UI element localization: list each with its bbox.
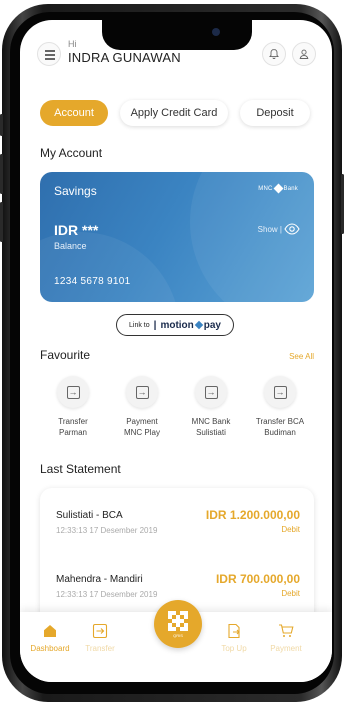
link-to-motionpay-button[interactable]: Link to | motion pay	[116, 314, 234, 336]
transfer-icon: →	[264, 376, 296, 408]
favourite-item[interactable]: → Payment MNC Play	[111, 376, 173, 438]
favourite-sublabel: Parman	[58, 428, 87, 437]
nav-label: Top Up	[221, 644, 247, 653]
separator: |	[153, 319, 157, 331]
see-all-link[interactable]: See All	[289, 352, 314, 361]
nav-payment[interactable]: Payment	[260, 622, 312, 653]
eye-icon[interactable]	[284, 222, 300, 236]
favourite-sublabel: MNC Play	[123, 428, 160, 437]
nav-label: Transfer	[85, 644, 115, 653]
cart-icon	[277, 622, 295, 640]
favourite-title: Favourite	[40, 348, 91, 362]
show-balance-label[interactable]: Show |	[258, 225, 282, 234]
transfer-icon: →	[195, 376, 227, 408]
favourite-item[interactable]: → Transfer BCA Budiman	[249, 376, 311, 438]
user-icon[interactable]	[292, 42, 316, 66]
nav-label: Payment	[270, 644, 302, 653]
transfer-icon: →	[57, 376, 89, 408]
savings-card[interactable]: Savings MNC Bank IDR *** Balance Show | 1…	[40, 172, 314, 302]
account-number: 1234 5678 9101	[54, 276, 131, 287]
transfer-icon	[91, 622, 109, 640]
phone-volume-up	[0, 154, 3, 194]
favourite-sublabel: Budiman	[264, 428, 296, 437]
statement-name: Mahendra - Mandiri	[56, 574, 143, 585]
phone-notch	[102, 20, 252, 50]
hamburger-menu-icon[interactable]	[37, 42, 61, 66]
app-screen: Hi INDRA GUNAWAN Account Apply Credit Ca…	[20, 20, 332, 682]
statement-type: Debit	[281, 589, 300, 598]
statement-type: Debit	[281, 525, 300, 534]
tab-account[interactable]: Account	[40, 100, 108, 126]
phone-silent-switch	[0, 114, 3, 136]
favourite-item[interactable]: → MNC Bank Sulistiati	[180, 376, 242, 438]
nav-dashboard[interactable]: Dashboard	[24, 622, 76, 653]
card-type: Savings	[54, 184, 97, 198]
mnc-bank-logo: MNC Bank	[258, 183, 298, 194]
balance-amount: IDR ***	[54, 222, 99, 238]
balance-label: Balance	[54, 241, 87, 251]
user-name: INDRA GUNAWAN	[68, 50, 181, 65]
motionpay-logo: motion pay	[160, 319, 221, 331]
tab-deposit[interactable]: Deposit	[240, 100, 310, 126]
last-statement-title: Last Statement	[40, 462, 121, 476]
transfer-icon: →	[126, 376, 158, 408]
qr-code-icon	[168, 610, 188, 631]
home-icon	[41, 622, 59, 640]
favourite-sublabel: Sulistiati	[196, 428, 226, 437]
phone-volume-down	[0, 202, 3, 242]
favourite-item[interactable]: → Transfer Parman	[42, 376, 104, 438]
qr-label: QRIS	[173, 632, 183, 638]
favourite-label: Transfer	[58, 417, 88, 426]
nav-transfer[interactable]: Transfer	[74, 622, 126, 653]
nav-label: Dashboard	[30, 644, 70, 653]
link-to-label: Link to	[129, 321, 150, 329]
top-up-icon	[225, 622, 243, 640]
statement-name: Sulistiati - BCA	[56, 510, 123, 521]
favourite-label: Transfer BCA	[255, 417, 305, 426]
statement-datetime: 12:33:13 17 Desember 2019	[56, 526, 158, 535]
statement-amount: IDR 700.000,00	[215, 572, 300, 586]
tab-apply-credit-card[interactable]: Apply Credit Card	[120, 100, 228, 126]
favourite-label: Payment	[126, 417, 158, 426]
statement-amount: IDR 1.200.000,00	[205, 508, 300, 522]
camera-icon	[212, 28, 220, 36]
statement-datetime: 12:33:13 17 Desember 2019	[56, 590, 158, 599]
favourite-label: MNC Bank	[191, 417, 231, 426]
nav-top-up[interactable]: Top Up	[208, 622, 260, 653]
bell-icon[interactable]	[262, 42, 286, 66]
my-account-title: My Account	[40, 146, 103, 160]
greeting: Hi	[68, 39, 77, 49]
qr-scan-button[interactable]: QRIS	[154, 600, 202, 648]
